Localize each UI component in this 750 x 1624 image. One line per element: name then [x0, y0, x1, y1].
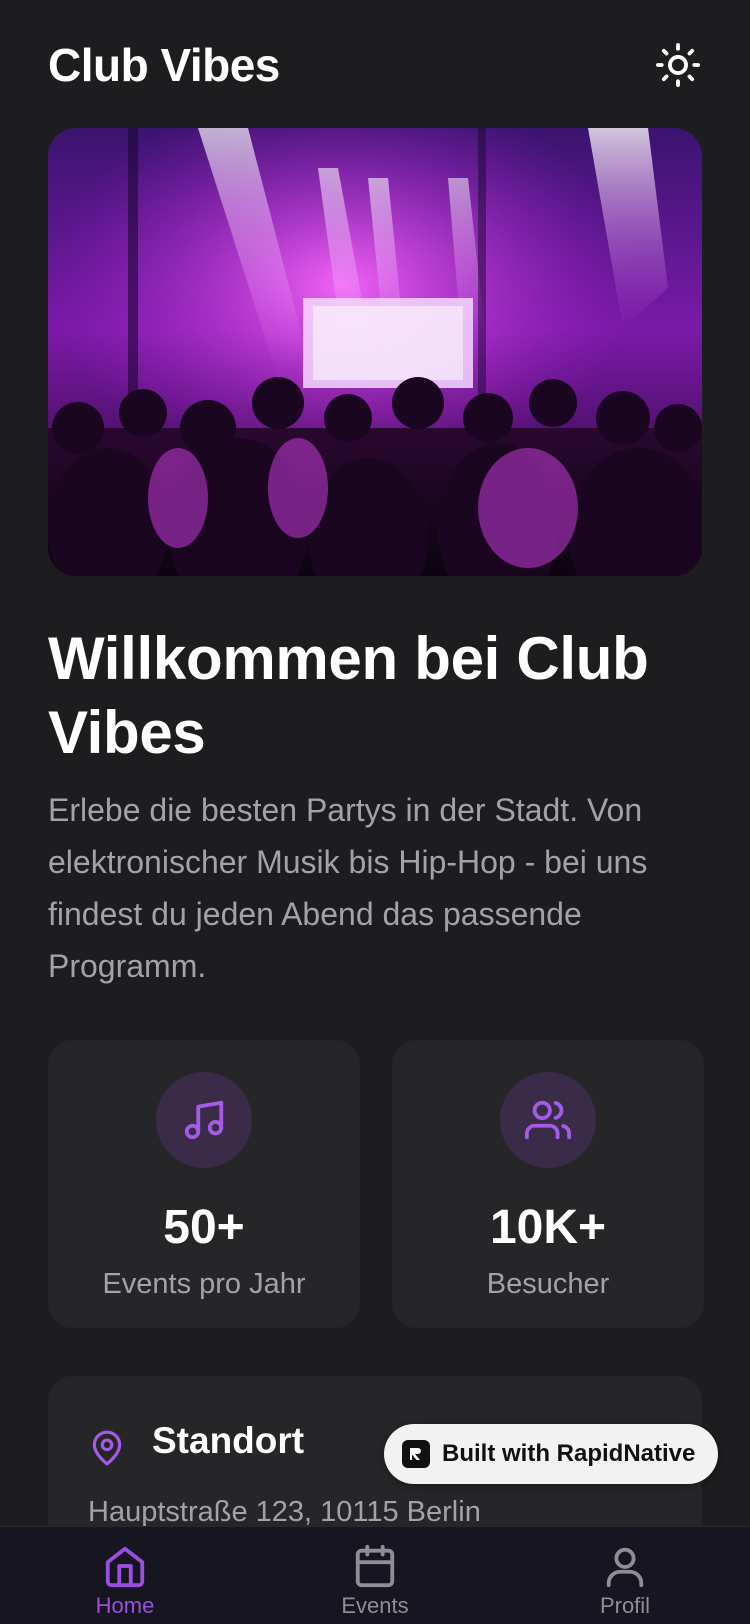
tab-profile[interactable]: Profil	[525, 1527, 725, 1624]
tab-label: Home	[95, 1593, 155, 1618]
tab-label: Profil	[599, 1593, 651, 1618]
tab-label: Events	[341, 1593, 409, 1618]
built-with-text: Built with RapidNative	[442, 1440, 696, 1467]
welcome-title: Willkommen bei Club Vibes	[48, 625, 649, 766]
stat-value: 50+	[163, 1201, 245, 1254]
stat-icon-circle	[500, 1072, 596, 1168]
location-title: Standort	[152, 1420, 305, 1461]
rapidnative-logo-icon	[402, 1440, 430, 1468]
sun-icon	[655, 42, 701, 88]
bottom-tab-bar: Home Events Profil	[0, 1526, 750, 1624]
stat-label: Events pro Jahr	[102, 1268, 306, 1300]
tab-home[interactable]: Home	[25, 1527, 225, 1624]
profile-icon	[606, 1547, 644, 1588]
stat-label: Besucher	[486, 1268, 610, 1300]
tab-events[interactable]: Events	[275, 1527, 475, 1624]
app-header: Club Vibes	[48, 30, 702, 100]
stat-card-visitors: 10K+ Besucher	[392, 1040, 704, 1328]
app-title: Club Vibes	[48, 39, 280, 91]
location-address: Hauptstraße 123, 10115 Berlin	[88, 1496, 481, 1528]
calendar-icon	[355, 1544, 395, 1588]
welcome-text: Erlebe die besten Partys in der Stadt. V…	[48, 792, 648, 984]
stat-icon-circle	[156, 1072, 252, 1168]
hero-image	[48, 128, 702, 576]
music-note-icon	[184, 1100, 224, 1140]
users-icon	[525, 1100, 571, 1140]
stat-value: 10K+	[489, 1201, 607, 1254]
theme-toggle-button[interactable]	[654, 41, 702, 89]
map-pin-icon	[92, 1430, 122, 1466]
built-with-badge[interactable]: Built with RapidNative	[384, 1424, 718, 1484]
stat-card-events: 50+ Events pro Jahr	[48, 1040, 360, 1328]
home-icon	[105, 1546, 145, 1588]
